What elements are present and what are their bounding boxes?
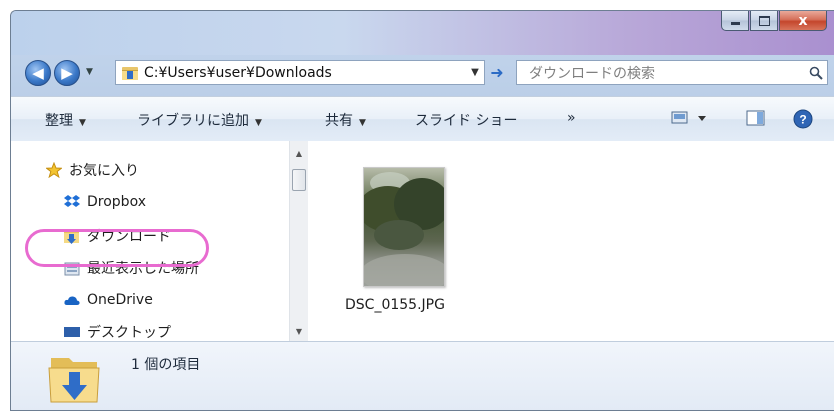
star-icon (45, 162, 63, 178)
nav-pane-scrollbar[interactable]: ▲ ▼ (289, 141, 308, 341)
preview-pane-button[interactable] (746, 109, 766, 131)
share-menu[interactable]: 共有 ▼ (325, 110, 366, 130)
view-options-button[interactable] (671, 109, 711, 131)
slideshow-button[interactable]: スライド ショー (415, 110, 517, 130)
go-arrow-icon: ➜ (490, 63, 504, 82)
chevron-down-icon: ▼ (79, 118, 86, 128)
nav-item-onedrive[interactable]: OneDrive (63, 289, 153, 311)
navigation-pane: お気に入り Dropbox ダウンロード 最近表示した場所 OneDrive デ… (11, 141, 308, 341)
search-icon[interactable] (805, 66, 827, 80)
organize-menu[interactable]: 整理 ▼ (45, 110, 86, 130)
nav-item-label: Dropbox (87, 194, 146, 210)
chevron-down-icon: ▼ (359, 118, 366, 128)
desktop-icon (63, 324, 81, 340)
more-chevron-icon: » (567, 110, 576, 126)
chevron-down-icon: ▼ (255, 118, 262, 128)
recent-pages-dropdown[interactable]: ▼ (86, 67, 93, 77)
search-box[interactable]: ダウンロードの検索 (516, 60, 828, 85)
file-name[interactable]: DSC_0155.JPG (345, 297, 445, 313)
forward-arrow-icon: ▶ (61, 64, 73, 82)
downloads-folder-icon (48, 358, 100, 403)
scroll-thumb[interactable] (292, 169, 306, 191)
details-pane: 1 個の項目 (11, 341, 834, 410)
explorer-window: x ◀ ▶ ▼ C:¥Users¥user¥Downloads ▼ ➜ ダウンロ… (10, 10, 834, 411)
image-thumbnail[interactable] (363, 167, 445, 287)
cloud-icon (63, 292, 81, 308)
back-button[interactable]: ◀ (25, 60, 51, 86)
dropbox-icon (63, 194, 81, 210)
more-commands-button[interactable]: » (567, 110, 576, 126)
content-area: お気に入り Dropbox ダウンロード 最近表示した場所 OneDrive デ… (11, 141, 834, 341)
add-to-library-label: ライブラリに追加 (137, 113, 249, 129)
maximize-icon (758, 15, 770, 26)
item-count: 1 個の項目 (131, 357, 201, 373)
slideshow-label: スライド ショー (415, 113, 518, 129)
minimize-button[interactable] (721, 11, 749, 31)
add-to-library-menu[interactable]: ライブラリに追加 ▼ (137, 110, 262, 130)
maximize-button[interactable] (750, 11, 778, 31)
highlight-circle (25, 229, 209, 267)
back-arrow-icon: ◀ (32, 64, 44, 82)
title-bar[interactable] (11, 11, 834, 55)
caption-buttons: x (720, 11, 827, 35)
close-button[interactable]: x (779, 11, 827, 31)
organize-label: 整理 (45, 113, 73, 129)
address-path[interactable]: C:¥Users¥user¥Downloads (144, 65, 466, 81)
svg-text:?: ? (799, 113, 806, 127)
go-button[interactable]: ➜ (486, 60, 508, 85)
address-dropdown-icon[interactable]: ▼ (466, 67, 484, 78)
help-button[interactable]: ? (793, 109, 813, 133)
forward-button[interactable]: ▶ (54, 60, 80, 86)
scroll-up-icon[interactable]: ▲ (290, 145, 308, 161)
share-label: 共有 (325, 113, 353, 129)
scroll-down-icon[interactable]: ▼ (290, 323, 308, 339)
nav-item-label: デスクトップ (87, 325, 171, 341)
nav-item-label: お気に入り (69, 163, 139, 179)
search-input[interactable]: ダウンロードの検索 (517, 63, 805, 83)
file-list: DSC_0155.JPG (309, 141, 834, 341)
navigation-row: ◀ ▶ ▼ C:¥Users¥user¥Downloads ▼ ➜ ダウンロード… (11, 57, 834, 89)
close-icon: x (798, 12, 808, 29)
address-bar[interactable]: C:¥Users¥user¥Downloads ▼ (115, 60, 485, 85)
nav-item-label: OneDrive (87, 292, 153, 308)
nav-item-favorites[interactable]: お気に入り (45, 159, 139, 181)
downloads-folder-icon (122, 66, 138, 80)
minimize-icon (730, 22, 740, 25)
nav-item-dropbox[interactable]: Dropbox (63, 191, 146, 213)
command-bar: 整理 ▼ ライブラリに追加 ▼ 共有 ▼ スライド ショー » ? (11, 96, 834, 142)
nav-item-desktop[interactable]: デスクトップ (63, 321, 171, 341)
